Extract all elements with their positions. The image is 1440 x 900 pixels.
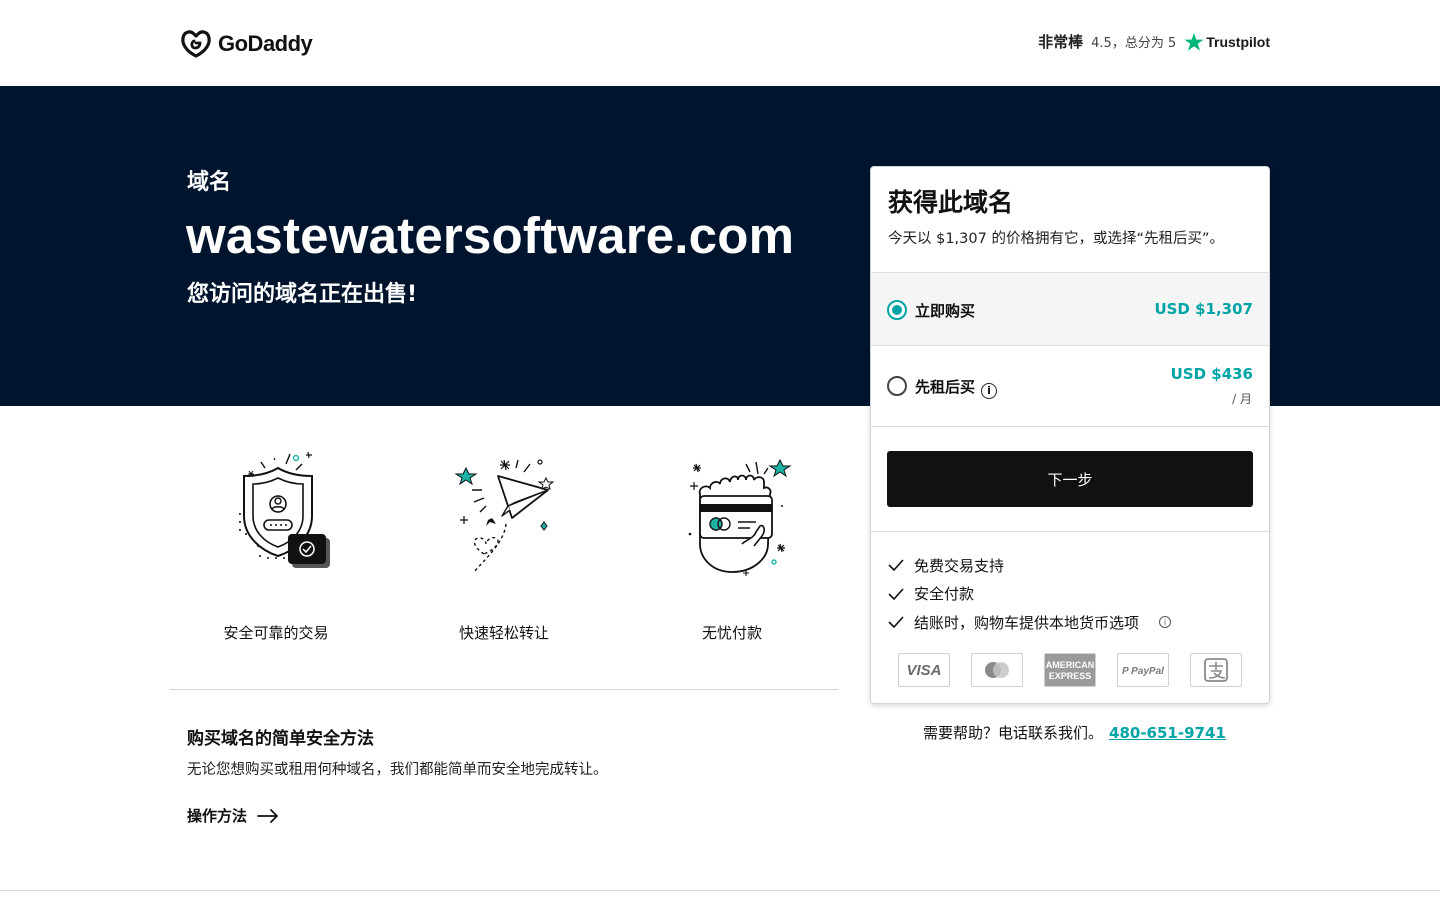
payment-methods: VISA AMERICAN EXPRESS P PayPal xyxy=(898,653,1242,687)
benefit-item: 安全付款 xyxy=(888,580,1171,609)
benefit-item: 免费交易支持 xyxy=(888,551,1171,580)
footer-divider xyxy=(0,890,1440,891)
svg-text:P PayPal: P PayPal xyxy=(1122,666,1164,677)
svg-text:EXPRESS: EXPRESS xyxy=(1049,671,1092,681)
trustpilot-text: Trustpilot xyxy=(1206,33,1270,50)
rating-score: 4.5，总分为 5 xyxy=(1091,36,1177,51)
feature-secure: 安全可靠的交易 xyxy=(176,446,376,643)
amex-icon: AMERICAN EXPRESS xyxy=(1044,653,1096,687)
lease-label: 先租后买 xyxy=(915,378,976,396)
lease-period: / 月 xyxy=(1232,392,1252,406)
feature-transfer: 快速轻松转让 xyxy=(404,446,604,643)
card-title: 获得此域名 xyxy=(888,188,1014,217)
howto-title: 购买域名的简单安全方法 xyxy=(187,729,374,749)
buy-now-label: 立即购买 xyxy=(915,302,976,320)
info-icon[interactable]: i xyxy=(981,382,998,399)
svg-text:AMERICAN: AMERICAN xyxy=(1046,660,1095,670)
benefits-list: 免费交易支持 安全付款 结账时，购物车提供本地货币选项 i xyxy=(888,551,1172,637)
help-text: 需要帮助？电话联系我们。 480-651-9741 xyxy=(923,722,1226,743)
feature-payment: 无忧付款 xyxy=(632,446,832,643)
check-icon xyxy=(888,559,904,572)
logo-text: GoDaddy xyxy=(218,31,313,56)
svg-text:VISA: VISA xyxy=(906,662,941,679)
godaddy-logo-icon xyxy=(181,30,211,58)
domain-name: wastewatersoftware.com xyxy=(186,207,795,264)
option-lease-to-own[interactable]: 先租后买 i USD $436 / 月 xyxy=(871,345,1269,426)
feature-caption: 快速轻松转让 xyxy=(458,624,549,642)
benefit-text: 免费交易支持 xyxy=(914,556,1005,575)
hero-kicker: 域名 xyxy=(187,170,232,195)
visa-icon: VISA xyxy=(898,653,950,687)
how-it-works-label: 操作方法 xyxy=(187,807,248,825)
shield-user-icon xyxy=(239,451,330,568)
check-icon xyxy=(888,616,904,629)
page: GoDaddy 非常棒 4.5，总分为 5 Trustpilot 域名 wast… xyxy=(0,0,1440,900)
mastercard-icon xyxy=(971,653,1023,687)
benefit-text: 结账时，购物车提供本地货币选项 xyxy=(914,613,1140,632)
card-subtitle: 今天以 $1,307 的价格拥有它，或选择“先租后买”。 xyxy=(888,231,1224,247)
help-label: 需要帮助？电话联系我们。 xyxy=(923,724,1104,742)
next-section: 下一步 xyxy=(871,426,1269,532)
feature-caption: 无忧付款 xyxy=(701,624,762,642)
top-bar: GoDaddy 非常棒 4.5，总分为 5 Trustpilot xyxy=(0,0,1440,86)
check-icon xyxy=(888,588,904,600)
benefit-item: 结账时，购物车提供本地货币选项 i xyxy=(888,608,1172,637)
trustpilot-brand: Trustpilot xyxy=(1184,32,1270,52)
rating-label: 非常棒 xyxy=(1038,33,1084,51)
currency-info-icon[interactable]: i xyxy=(1159,616,1172,629)
hero-subtitle: 您访问的域名正在出售! xyxy=(187,282,418,307)
card-hand-icon xyxy=(688,458,792,576)
howto-description: 无论您想购买或租用何种域名，我们都能简单而安全地完成转让。 xyxy=(187,762,608,778)
benefit-text: 安全付款 xyxy=(914,585,975,604)
buy-now-radio[interactable] xyxy=(887,300,907,320)
lease-radio[interactable] xyxy=(887,376,907,396)
section-divider xyxy=(170,689,838,690)
alipay-icon xyxy=(1190,653,1242,687)
next-button[interactable]: 下一步 xyxy=(887,451,1253,507)
purchase-card: 获得此域名 今天以 $1,307 的价格拥有它，或选择“先租后买”。 立即购买 … xyxy=(870,166,1270,704)
phone-link[interactable]: 480-651-9741 xyxy=(1109,724,1226,742)
option-buy-now[interactable]: 立即购买 USD $1,307 xyxy=(871,272,1269,345)
feature-caption: 安全可靠的交易 xyxy=(223,624,329,642)
card-header: 获得此域名 今天以 $1,307 的价格拥有它，或选择“先租后买”。 xyxy=(871,167,1269,273)
buy-now-price: USD $1,307 xyxy=(1154,300,1253,318)
how-it-works-link[interactable]: 操作方法 xyxy=(187,805,279,826)
paypal-icon: P PayPal xyxy=(1117,653,1169,687)
trustpilot-star-icon xyxy=(1184,32,1204,51)
lease-price: USD $436 xyxy=(1170,365,1253,383)
arrow-right-icon xyxy=(257,808,278,823)
lease-label-group: 先租后买 i xyxy=(915,376,998,399)
godaddy-logo[interactable]: GoDaddy xyxy=(180,28,313,60)
paper-plane-icon xyxy=(454,459,555,573)
trustpilot-rating[interactable]: 非常棒 4.5，总分为 5 Trustpilot xyxy=(1038,31,1270,52)
